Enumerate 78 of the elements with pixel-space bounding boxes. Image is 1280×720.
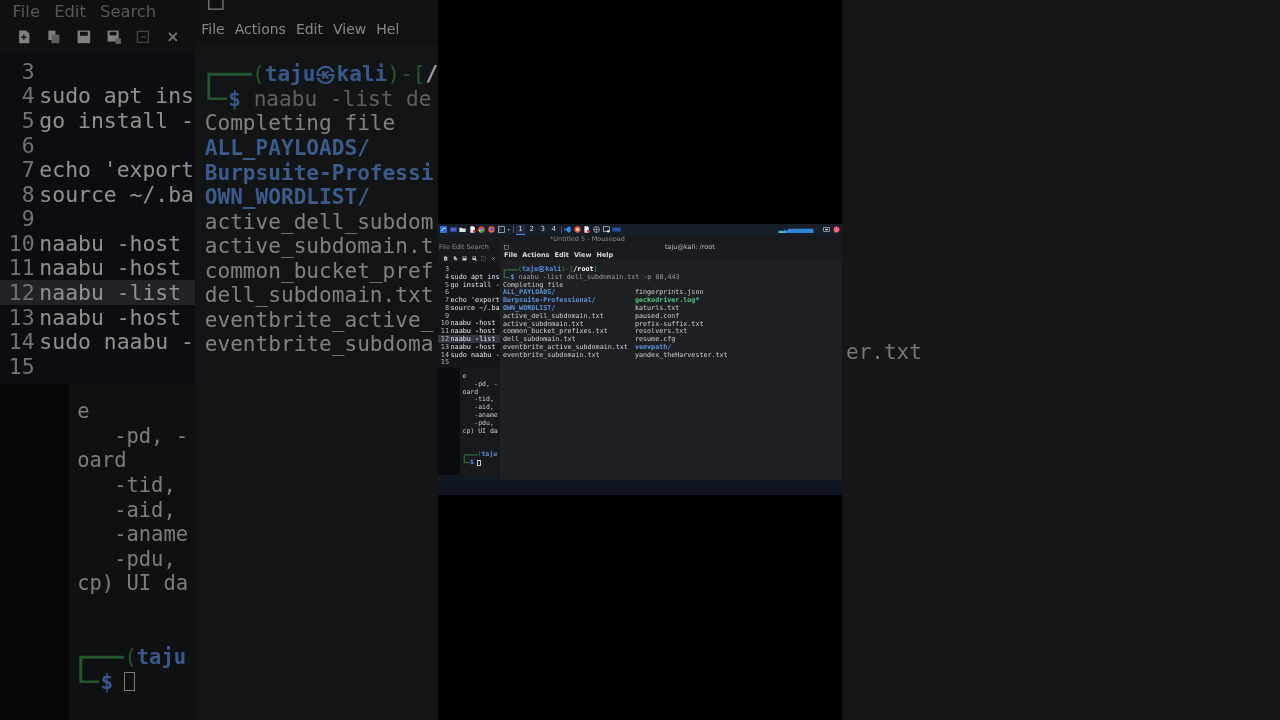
terminal-line: -aid, <box>113 497 177 523</box>
line-number: 3 <box>20 58 35 84</box>
save-icon[interactable] <box>75 29 92 45</box>
browser-icon[interactable] <box>487 226 495 233</box>
code-line: source ~/.ba <box>38 181 194 207</box>
power-icon[interactable] <box>833 226 840 233</box>
document-icon[interactable] <box>468 226 476 233</box>
save-as-icon[interactable] <box>471 255 477 261</box>
prompt-symbol: $ <box>100 669 114 695</box>
menu-item[interactable]: Edit <box>295 20 323 38</box>
app-menu-icon[interactable] <box>440 226 447 233</box>
screen-icon[interactable] <box>602 226 610 233</box>
terminal-icon <box>207 0 224 11</box>
prompt-bracket-line <box>503 266 518 278</box>
prompt-symbol: $ <box>228 86 242 112</box>
line-number: 6 <box>20 132 35 158</box>
folder-icon[interactable] <box>459 226 467 233</box>
terminal-line: -aname <box>113 522 190 547</box>
code-line: naabu -host <box>38 230 182 256</box>
text-cursor <box>124 672 135 692</box>
terminal-icon <box>504 244 509 250</box>
globe-icon[interactable] <box>592 226 600 233</box>
menu-item[interactable]: View <box>333 20 367 38</box>
file-name: dell_subdomain.txt <box>204 283 434 308</box>
save-as-icon[interactable] <box>105 29 122 45</box>
text-cursor <box>477 459 481 466</box>
code-editor-icon[interactable] <box>564 226 572 233</box>
line-number: 14 <box>7 329 35 355</box>
code-line: naabu -list <box>38 279 182 305</box>
line-number: 4 <box>20 83 35 109</box>
file-name: active_subdomain.t <box>204 234 434 259</box>
command-text: naabu -list de <box>253 86 432 112</box>
terminal-line: e <box>77 399 91 424</box>
directory-name: OWN_WORDLIST/ <box>204 185 370 210</box>
file-name: eventbrite_subdoma <box>204 332 434 357</box>
save-icon[interactable] <box>462 255 467 261</box>
line-number: 7 <box>20 157 35 183</box>
document-icon[interactable] <box>583 226 591 233</box>
line-number: 15 <box>7 353 35 379</box>
new-file-icon[interactable] <box>443 255 448 261</box>
file-name: active_dell_subdom <box>204 209 434 235</box>
network-icon[interactable] <box>823 226 831 233</box>
code-line: naabu -host <box>38 304 182 330</box>
package-icon[interactable] <box>573 226 581 233</box>
terminal-line: -pdu, <box>113 546 177 572</box>
code-line: go install - <box>38 108 194 134</box>
open-file-icon[interactable] <box>45 29 62 45</box>
directory-name: ALL_PAYLOADS/ <box>204 135 370 161</box>
terminal-line: -tid, <box>113 473 177 498</box>
line-number: 12 <box>7 279 35 305</box>
line-number: 9 <box>20 206 35 232</box>
caret-icon[interactable] <box>507 228 511 231</box>
terminal-line: Completing file <box>204 111 397 136</box>
browser-icon[interactable] <box>478 226 486 233</box>
code-line: sudo apt ins <box>38 83 194 109</box>
terminal-line: cp) UI da <box>77 571 190 596</box>
terminal-line: oard <box>77 448 128 473</box>
file-name: eventbrite_active_ <box>204 307 434 333</box>
line-number: 10 <box>7 230 35 256</box>
terminal-line: er.txt <box>846 340 922 364</box>
line-number: 11 <box>7 255 35 281</box>
terminal-icon[interactable] <box>497 226 505 233</box>
line-number: 5 <box>20 108 35 134</box>
code-line: sudo naabu - <box>38 329 194 355</box>
menu-item[interactable]: File <box>201 20 225 38</box>
close-icon[interactable] <box>490 255 496 261</box>
line-number: 8 <box>20 181 35 207</box>
code-line: naabu -host <box>38 255 182 281</box>
directory-name: Burpsuite-Professi <box>204 160 434 186</box>
code-line: echo 'export <box>38 157 194 183</box>
open-file-icon[interactable] <box>452 255 458 261</box>
terminal-line: -pd, - <box>113 423 190 449</box>
line-number: 13 <box>7 304 35 330</box>
prompt-text: (taju <box>124 644 187 669</box>
menu-item[interactable]: Hel <box>376 20 400 38</box>
menu-item[interactable]: Actions <box>234 20 286 38</box>
file-name: common_bucket_pref <box>204 258 434 284</box>
prompt-text: (taju㉿kali)-[/ <box>252 61 438 87</box>
